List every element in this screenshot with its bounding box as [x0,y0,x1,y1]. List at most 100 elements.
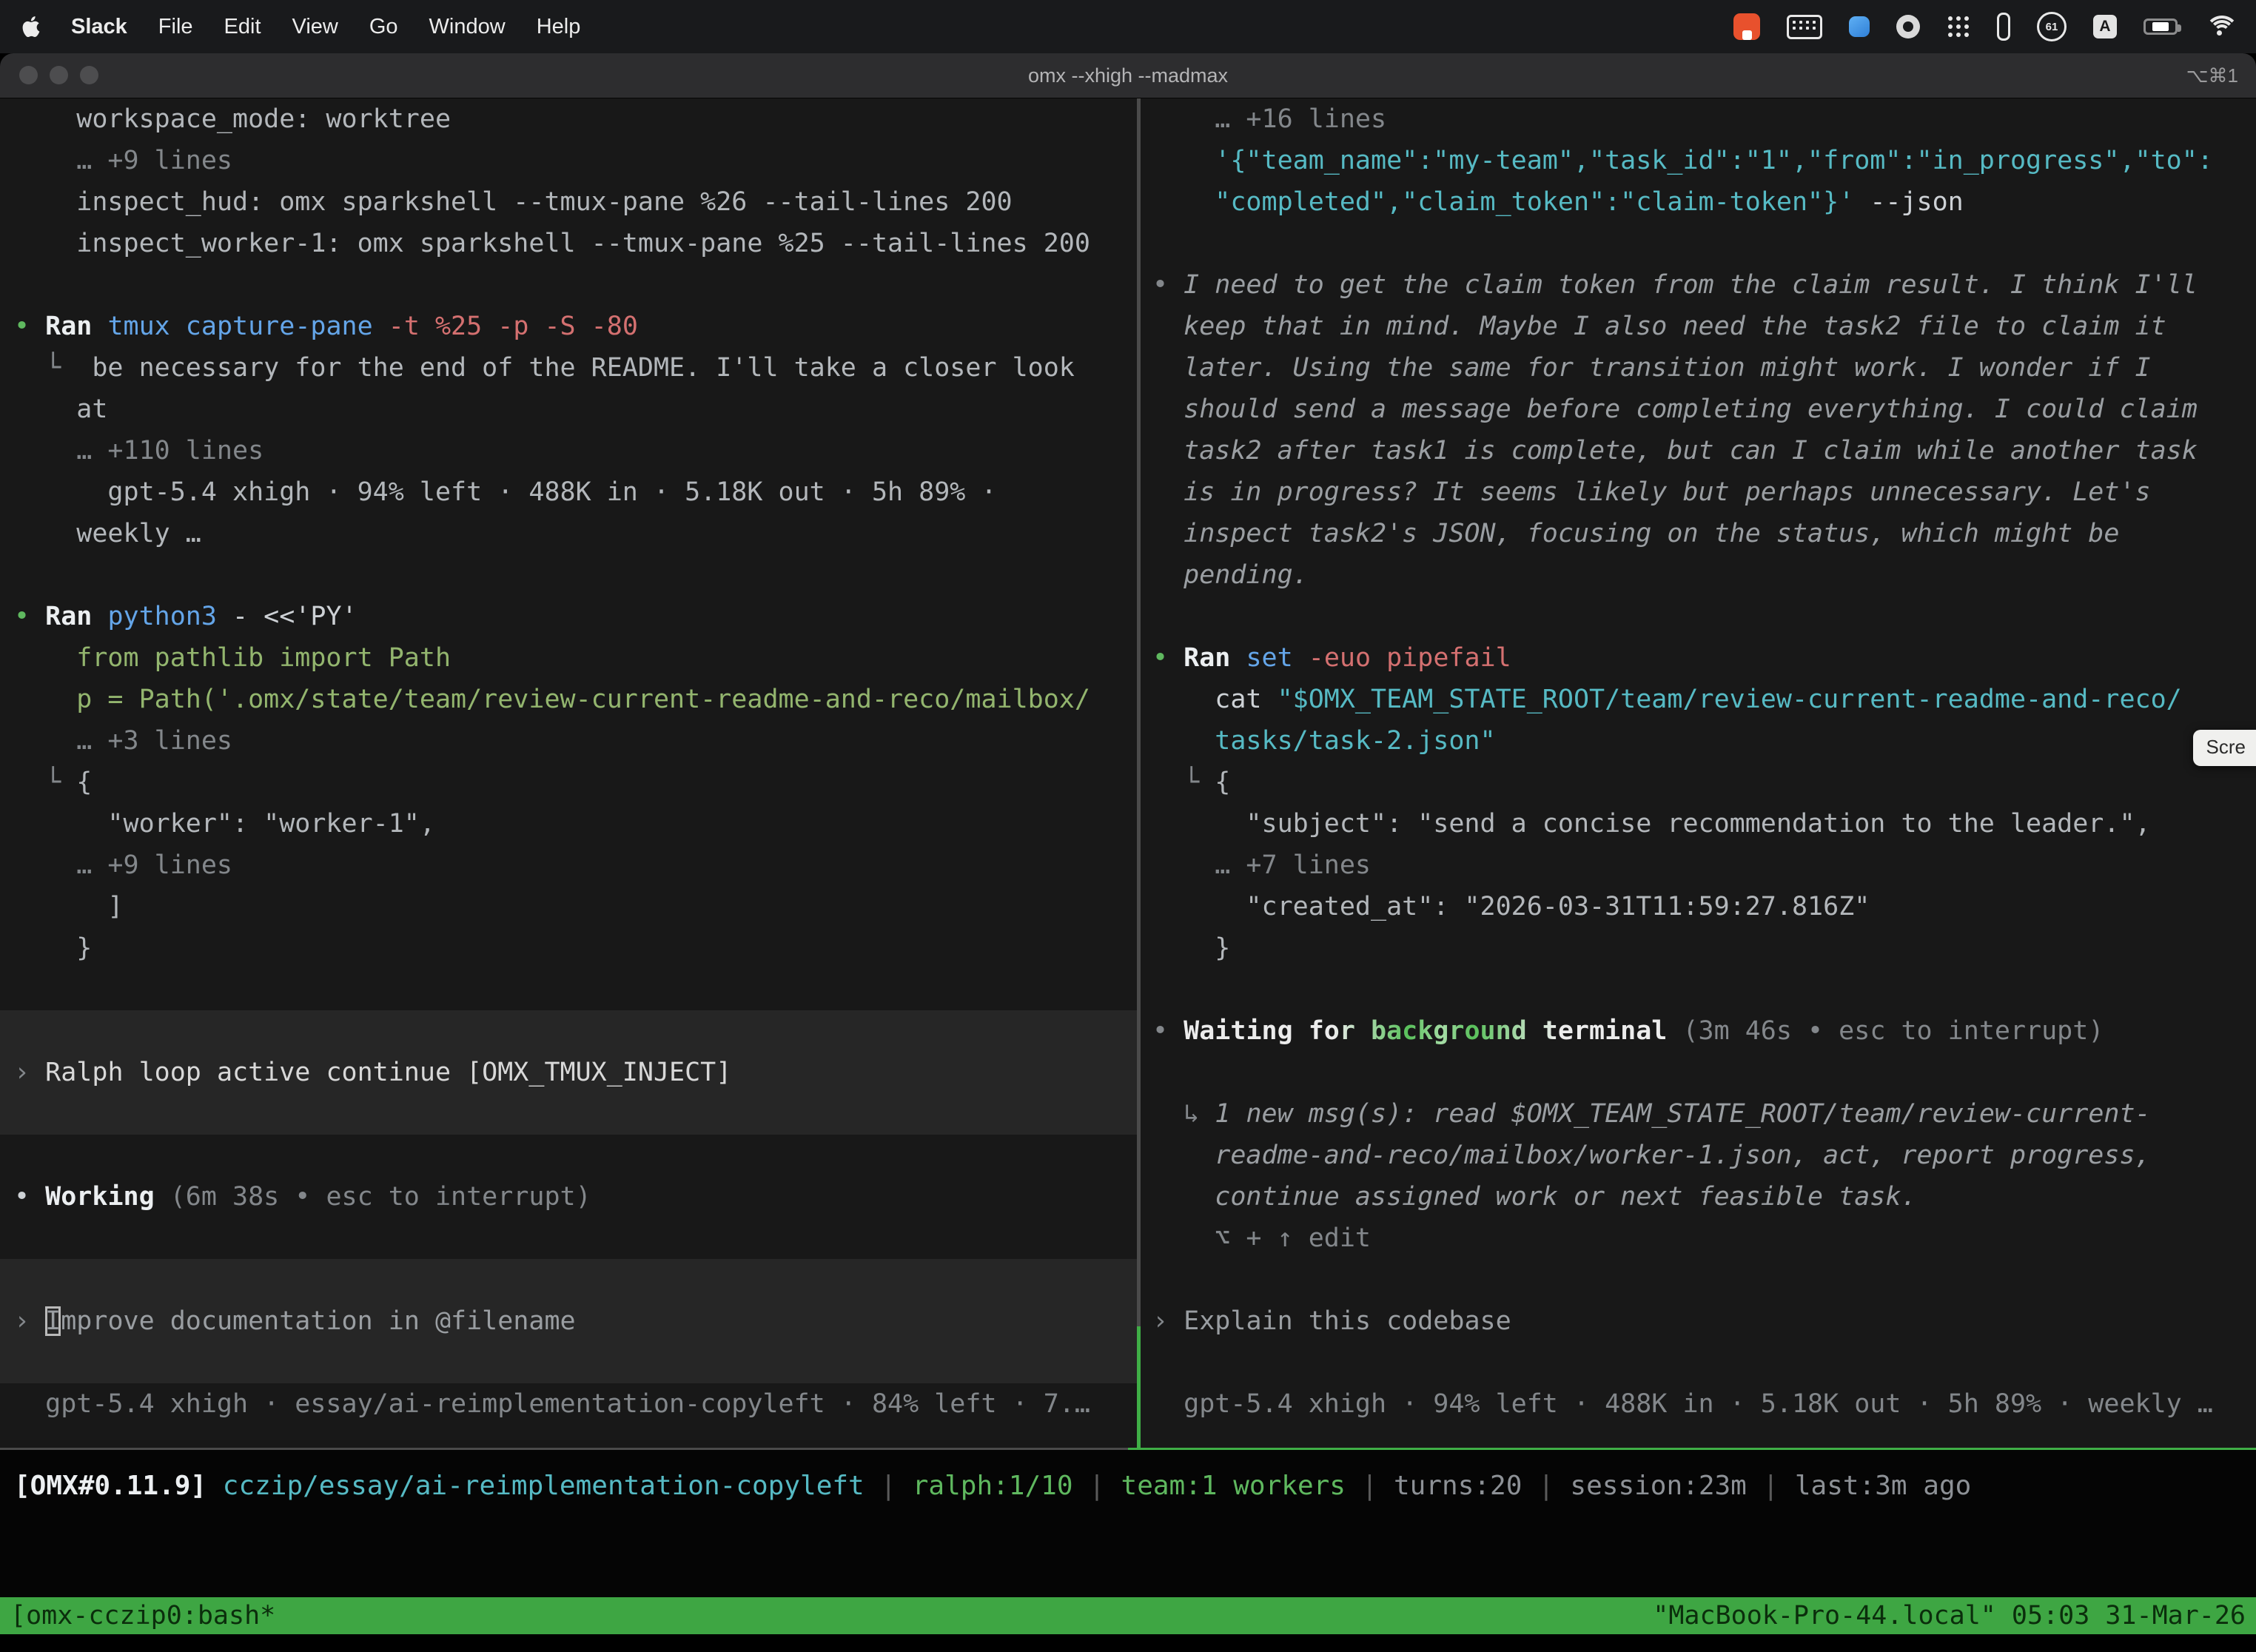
wifi-icon[interactable] [2204,16,2234,38]
terminal-line [0,1010,1137,1052]
omx-status-segment: | [1522,1471,1570,1501]
terminal-line: inspect task2's JSON, focusing on the st… [1152,513,2256,554]
omx-status-segment: | [865,1471,913,1501]
terminal-line: "completed","claim_token":"claim-token"}… [1152,181,2256,223]
terminal-pane-left[interactable]: workspace_mode: worktree … +9 lines insp… [0,98,1137,1448]
terminal-line: at [14,389,1137,430]
omx-status-segment: turns:20 [1394,1471,1522,1501]
omx-status-segment: | [1346,1471,1394,1501]
grid-dots-icon[interactable] [1947,15,1970,38]
tmux-session-window[interactable]: [omx-cczip0:bash* [10,1601,275,1631]
terminal-line: should send a message before completing … [1152,389,2256,430]
terminal-line: ↳ 1 new msg(s): read $OMX_TEAM_STATE_ROO… [1152,1093,2256,1135]
terminal-line: } [1152,927,2256,969]
keyboard-icon[interactable] [1787,15,1822,39]
terminal-window: omx --xhigh --madmax ⌥⌘1 workspace_mode:… [0,53,2256,1652]
menu-item-go[interactable]: Go [369,15,398,39]
dark-circle-app-icon[interactable] [1896,15,1920,38]
terminal-line [1152,596,2256,637]
battery-gauge-icon[interactable]: 61 [2037,12,2067,41]
terminal-line: … +9 lines [14,845,1137,886]
queued-message-row: › Ralph loop active continue [OMX_TMUX_I… [0,1052,1137,1093]
omx-status-segment: last:3m ago [1795,1471,1971,1501]
command-line: • Ran python3 - <<'PY' [14,596,1137,637]
input-source-letter: A [2099,18,2110,36]
tmux-content: workspace_mode: worktree … +9 lines insp… [0,98,2256,1448]
terminal-line [1152,223,2256,264]
working-status-row: • Working (6m 38s • esc to interrupt) [14,1176,1137,1218]
menu-item-edit[interactable]: Edit [224,15,261,39]
omx-status-segment: | [1747,1471,1795,1501]
command-line: • Ran set -euo pipefail [1152,637,2256,679]
menu-item-window[interactable]: Window [429,15,506,39]
input-source-icon[interactable]: A [2093,15,2117,38]
omx-status-segment: ralph:1/10 [913,1471,1073,1501]
terminal-line: pending. [1152,554,2256,596]
command-line: • Ran tmux capture-pane -t %25 -p -S -80 [14,306,1137,347]
terminal-line [1152,969,2256,1010]
terminal-line: tasks/task-2.json" [1152,720,2256,762]
terminal-line [14,969,1137,1010]
pane-status-row: gpt-5.4 xhigh · 94% left · 488K in · 5.1… [1152,1383,2256,1425]
terminal-pane-right[interactable]: … +16 lines '{"team_name":"my-team","tas… [1141,98,2256,1448]
terminal-line: from pathlib import Path [14,637,1137,679]
menu-item-slack[interactable]: Slack [71,15,127,39]
terminal-line [14,1135,1137,1176]
terminal-line: continue assigned work or next feasible … [1152,1176,2256,1218]
omx-status-segment: team:1 workers [1121,1471,1346,1501]
terminal-line [14,554,1137,596]
terminal-line: ] [14,886,1137,927]
prompt-input[interactable]: › Improve documentation in @filename [0,1300,1137,1342]
terminal-line [1152,1342,2256,1383]
battery-icon[interactable] [2143,19,2178,35]
blue-app-icon[interactable] [1849,16,1870,37]
prompt-input[interactable]: › Explain this codebase [1152,1300,2256,1342]
terminal-line: "worker": "worker-1", [14,803,1137,845]
terminal-line [14,1218,1137,1259]
terminal-line: … +9 lines [14,140,1137,181]
menubar-status-icons: 61 A [1733,12,2234,41]
terminal-line: gpt-5.4 xhigh · 94% left · 488K in · 5.1… [14,471,1137,513]
tmux-host-clock: "MacBook-Pro-44.local" 05:03 31-Mar-26 [1653,1601,2246,1631]
terminal-line: └ be necessary for the end of the README… [14,347,1137,389]
omx-status-segment: session:23m [1570,1471,1746,1501]
terminal-line [1152,1052,2256,1093]
terminal-line: is in progress? It seems likely but perh… [1152,471,2256,513]
screen-edge-tooltip: Scre [2193,730,2256,766]
omx-status-segment: | [1073,1471,1121,1501]
terminal-line: cat "$OMX_TEAM_STATE_ROOT/team/review-cu… [1152,679,2256,720]
pane-status-row: gpt-5.4 xhigh · essay/ai-reimplementatio… [14,1383,1137,1425]
screen-recording-indicator-icon[interactable] [1733,13,1760,40]
vertical-pill-icon[interactable] [1997,13,2010,41]
terminal-line: inspect_worker-1: omx sparkshell --tmux-… [14,223,1137,264]
window-shortcut-hint: ⌥⌘1 [2186,64,2238,87]
menu-item-help[interactable]: Help [537,15,581,39]
terminal-line: "created_at": "2026-03-31T11:59:27.816Z" [1152,886,2256,927]
empty-area [0,1533,2256,1597]
terminal-line: later. Using the same for transition mig… [1152,347,2256,389]
terminal-line [14,264,1137,306]
window-title: omx --xhigh --madmax [0,64,2256,87]
terminal-line [1152,1259,2256,1300]
apple-menu-icon[interactable] [22,16,40,37]
menubar: Slack File Edit View Go Window Help 61 A [0,0,2256,53]
omx-status-segment: cczip/essay/ai-reimplementation-copyleft [223,1471,865,1501]
tmux-status-bar: [omx-cczip0:bash* "MacBook-Pro-44.local"… [0,1597,2256,1634]
terminal-line: inspect_hud: omx sparkshell --tmux-pane … [14,181,1137,223]
terminal-line: workspace_mode: worktree [14,98,1137,140]
terminal-line: … +16 lines [1152,98,2256,140]
waiting-status-row: • Waiting for background terminal (3m 46… [1152,1010,2256,1052]
terminal-line: readme-and-reco/mailbox/worker-1.json, a… [1152,1135,2256,1176]
omx-status-segment: [OMX#0.11.9] [14,1471,223,1501]
terminal-line: p = Path('.omx/state/team/review-current… [14,679,1137,720]
gauge-value: 61 [2046,21,2058,33]
terminal-line: ⌥ + ↑ edit [1152,1218,2256,1259]
terminal-line [0,1093,1137,1135]
menu-item-file[interactable]: File [158,15,193,39]
terminal-line: └ { [14,762,1137,803]
menu-item-view[interactable]: View [292,15,338,39]
terminal-line: '{"team_name":"my-team","task_id":"1","f… [1152,140,2256,181]
window-titlebar[interactable]: omx --xhigh --madmax ⌥⌘1 [0,53,2256,98]
terminal-line: … +7 lines [1152,845,2256,886]
menu-items: Slack File Edit View Go Window Help [71,15,580,39]
